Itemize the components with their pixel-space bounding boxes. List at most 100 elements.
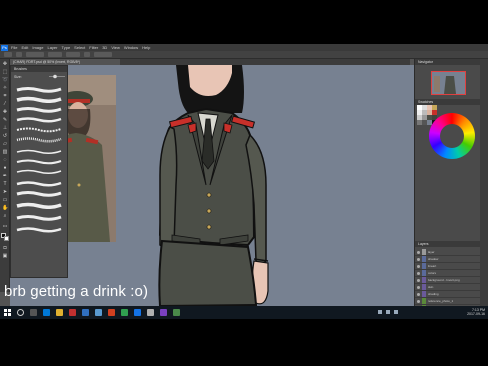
layer-row[interactable]: background - Invert.png — [415, 277, 481, 284]
healing-tool-icon[interactable]: ✚ — [2, 109, 8, 115]
brush-preset-1[interactable] — [16, 86, 62, 93]
clone-stamp-tool-icon[interactable]: ⊥ — [2, 125, 8, 131]
brush-preset-11[interactable] — [16, 190, 62, 197]
quick-mask-icon[interactable]: ◘ — [2, 245, 8, 251]
search-icon[interactable] — [17, 309, 24, 316]
windows-start-icon[interactable] — [4, 309, 11, 316]
eye-icon[interactable] — [417, 271, 420, 275]
app-icon[interactable] — [82, 309, 89, 316]
pen-tool-icon[interactable]: ✒ — [2, 173, 8, 179]
layer-name: background - Invert.png — [428, 278, 460, 282]
network-icon[interactable] — [378, 310, 382, 314]
smoothing-field[interactable] — [94, 52, 112, 57]
flow-field[interactable] — [66, 52, 80, 57]
hand-tool-icon[interactable]: ✋ — [2, 205, 8, 211]
layer-row[interactable]: shading — [415, 291, 481, 298]
shape-tool-icon[interactable]: ▭ — [2, 197, 8, 203]
brush-preset-12[interactable] — [16, 202, 62, 209]
eraser-tool-icon[interactable]: ▱ — [2, 141, 8, 147]
layer-row[interactable]: skin — [415, 284, 481, 291]
zoom-tool-icon[interactable]: ⌕ — [2, 213, 8, 219]
gradient-tool-icon[interactable]: ▥ — [2, 149, 8, 155]
edge-icon[interactable] — [43, 309, 50, 316]
brush-preset-9[interactable] — [16, 168, 62, 175]
background-color-swatch[interactable] — [4, 236, 9, 241]
brush-preset-picker[interactable] — [4, 52, 12, 57]
crop-tool-icon[interactable]: ⌗ — [2, 93, 8, 99]
menu-view[interactable]: View — [111, 45, 120, 50]
menu-layer[interactable]: Layer — [47, 45, 57, 50]
more-tools-icon[interactable]: ••• — [2, 223, 8, 229]
app-icon[interactable] — [121, 309, 128, 316]
app-icon[interactable] — [69, 309, 76, 316]
stream-caption: brb getting a drink :o) — [4, 283, 149, 300]
app-icon[interactable] — [173, 309, 180, 316]
layer-row[interactable]: shadow — [415, 256, 481, 263]
layer-name: reference_photo_1 — [428, 299, 454, 303]
character-skirt — [158, 239, 258, 306]
app-icon[interactable] — [108, 309, 115, 316]
brush-size-slider[interactable] — [49, 74, 65, 79]
brush-preset-13[interactable] — [16, 214, 62, 221]
brush-preset-3[interactable] — [16, 106, 62, 113]
volume-icon[interactable] — [386, 310, 390, 314]
app-icon[interactable] — [147, 309, 154, 316]
eye-icon[interactable] — [417, 264, 420, 268]
blur-tool-icon[interactable]: ◌ — [2, 157, 8, 163]
eye-icon[interactable] — [417, 250, 420, 254]
menu-3d[interactable]: 3D — [102, 45, 107, 50]
eye-icon[interactable] — [417, 292, 420, 296]
layer-row[interactable]: reference_photo_1 — [415, 298, 481, 305]
opacity-field[interactable] — [48, 52, 62, 57]
brush-preset-2[interactable] — [16, 96, 62, 103]
brush-preset-5[interactable] — [16, 126, 62, 133]
eye-icon[interactable] — [417, 257, 420, 261]
marquee-tool-icon[interactable]: ⬚ — [2, 69, 8, 75]
layer-row[interactable]: colors — [415, 270, 481, 277]
clock[interactable]: 7:13 PM 2017-09-16 — [467, 308, 485, 316]
brush-preset-8[interactable] — [16, 158, 62, 165]
jacket-button-1 — [206, 192, 212, 198]
brush-preset-4[interactable] — [16, 116, 62, 123]
brush-preset-6[interactable] — [16, 136, 62, 143]
battery-icon[interactable] — [394, 310, 398, 314]
menu-select[interactable]: Select — [74, 45, 85, 50]
type-tool-icon[interactable]: T — [2, 181, 8, 187]
brush-tool-icon[interactable]: ✎ — [2, 117, 8, 123]
layer-row[interactable]: layer — [415, 249, 481, 256]
photoshop-taskbar-icon[interactable] — [134, 309, 141, 316]
path-selection-tool-icon[interactable]: ➤ — [2, 189, 8, 195]
move-tool-icon[interactable]: ✥ — [2, 61, 8, 67]
eye-icon[interactable] — [417, 278, 420, 282]
menu-edit[interactable]: Edit — [21, 45, 28, 50]
lasso-tool-icon[interactable]: ➰ — [2, 77, 8, 83]
layer-row[interactable]: lineart — [415, 263, 481, 270]
brush-preset-10[interactable] — [16, 180, 62, 187]
brush-preset-14[interactable] — [16, 226, 62, 233]
system-tray[interactable] — [378, 310, 398, 314]
task-view-icon[interactable] — [30, 309, 37, 316]
menu-file[interactable]: File — [11, 45, 17, 50]
menu-filter[interactable]: Filter — [89, 45, 98, 50]
eyedropper-tool-icon[interactable]: ⁄ — [2, 101, 8, 107]
menu-type[interactable]: Type — [62, 45, 71, 50]
app-icon[interactable] — [160, 309, 167, 316]
navigator-thumbnail[interactable] — [431, 71, 466, 95]
navigator-preview — [432, 72, 465, 94]
mode-dropdown[interactable] — [26, 52, 44, 57]
menu-image[interactable]: Image — [32, 45, 43, 50]
dodge-tool-icon[interactable]: ● — [2, 165, 8, 171]
eye-icon[interactable] — [417, 299, 420, 303]
brush-settings-button[interactable] — [16, 52, 22, 57]
brush-preset-7[interactable] — [16, 148, 62, 155]
color-wheel[interactable] — [429, 113, 475, 159]
eye-icon[interactable] — [417, 285, 420, 289]
menu-help[interactable]: Help — [142, 45, 150, 50]
menu-window[interactable]: Window — [124, 45, 138, 50]
history-brush-tool-icon[interactable]: ↺ — [2, 133, 8, 139]
app-icon[interactable] — [95, 309, 102, 316]
file-explorer-icon[interactable] — [56, 309, 63, 316]
magic-wand-tool-icon[interactable]: ✧ — [2, 85, 8, 91]
airbrush-toggle[interactable] — [84, 52, 90, 57]
screen-mode-icon[interactable]: ▣ — [2, 253, 8, 259]
